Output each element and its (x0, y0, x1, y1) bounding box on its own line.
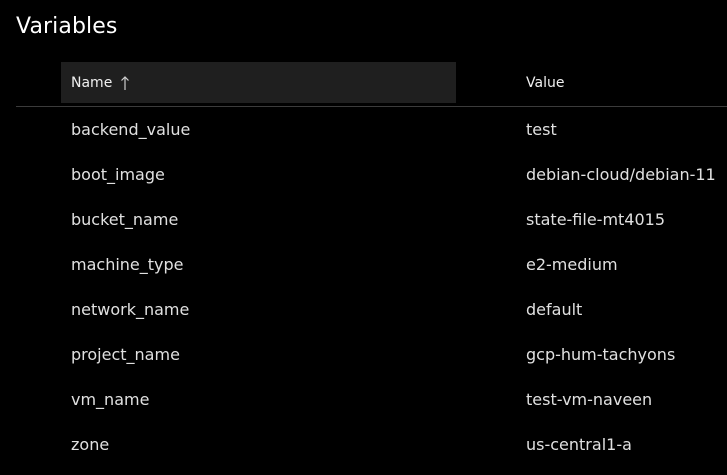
variables-panel: Variables Name Value backend_value test … (0, 0, 727, 475)
table-row[interactable]: project_name gcp-hum-tachyons (16, 332, 727, 377)
variable-value: test (526, 120, 557, 139)
variable-value: test-vm-naveen (526, 390, 653, 409)
variable-name: boot_image (71, 165, 165, 184)
panel-title: Variables (16, 14, 118, 39)
table-header: Name Value (16, 62, 727, 107)
variable-name: machine_type (71, 255, 184, 274)
variable-name: bucket_name (71, 210, 179, 229)
column-header-name[interactable]: Name (61, 62, 456, 103)
table-row[interactable]: backend_value test (16, 107, 727, 152)
variable-value: us-central1-a (526, 435, 632, 454)
variable-name: project_name (71, 345, 180, 364)
column-header-value-label: Value (526, 74, 565, 91)
variable-value: state-file-mt4015 (526, 210, 666, 229)
table-row[interactable]: vm_name test-vm-naveen (16, 377, 727, 422)
variable-value: e2-medium (526, 255, 618, 274)
variable-name: backend_value (71, 120, 191, 139)
variable-name: network_name (71, 300, 190, 319)
variable-name: zone (71, 435, 110, 454)
table-row[interactable]: bucket_name state-file-mt4015 (16, 197, 727, 242)
table-row[interactable]: network_name default (16, 287, 727, 332)
table-row[interactable]: zone us-central1-a (16, 422, 727, 467)
variable-value: debian-cloud/debian-11 (526, 165, 716, 184)
arrow-up-icon (120, 75, 130, 91)
variable-value: default (526, 300, 583, 319)
column-header-name-label: Name (71, 74, 113, 91)
table-row[interactable]: boot_image debian-cloud/debian-11 (16, 152, 727, 197)
variable-value: gcp-hum-tachyons (526, 345, 676, 364)
variable-name: vm_name (71, 390, 150, 409)
table-body: backend_value test boot_image debian-clo… (16, 107, 727, 467)
table-row[interactable]: machine_type e2-medium (16, 242, 727, 287)
column-header-value[interactable]: Value (516, 62, 564, 103)
